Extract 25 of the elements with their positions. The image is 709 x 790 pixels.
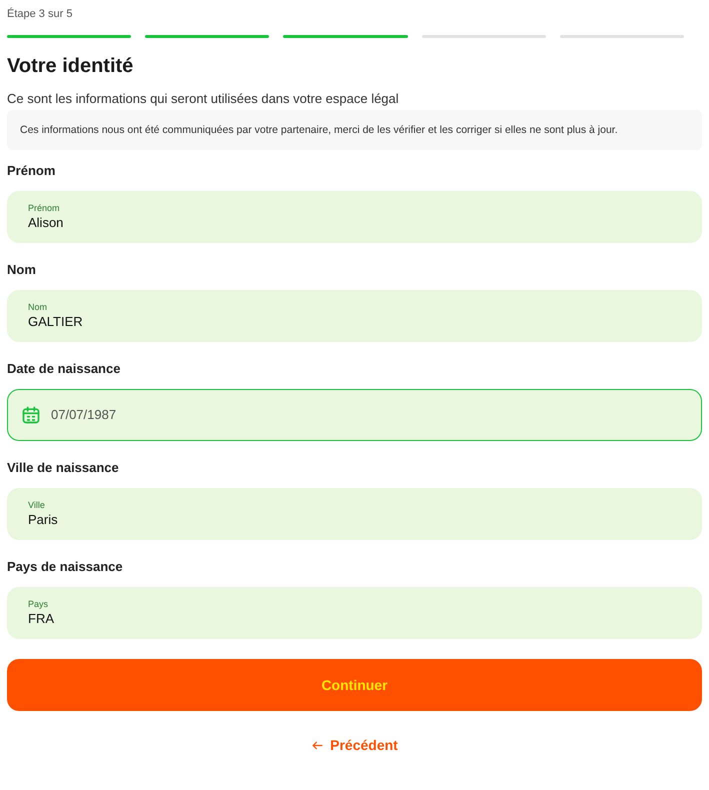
field-label: Ville de naissance — [7, 459, 120, 477]
field-label: Date de naissance — [7, 360, 122, 378]
floating-label: Nom — [28, 301, 48, 313]
input-field[interactable]: Prénom Alison — [7, 191, 702, 243]
floating-label: Pays — [28, 598, 50, 610]
floating-label: Ville — [28, 499, 46, 511]
field-value: FRA — [28, 610, 55, 628]
field-value: Paris — [28, 511, 59, 529]
input-field[interactable]: Pays FRA — [7, 587, 702, 639]
field-label: Pays de naissance — [7, 558, 124, 576]
date-field[interactable]: 07/07/1987 — [7, 389, 702, 441]
notice-box: Ces informations nous ont été communiquées par votre partenaire, merci de les vérifier et les corriger si elles ne sont plus à jour. — [7, 110, 702, 150]
field-label: Prénom — [7, 162, 56, 180]
subtitle: Ce sont les informations qui seront utilisées dans votre espace légal — [7, 90, 400, 108]
field-value: GALTIER — [28, 313, 84, 331]
field-label: Nom — [7, 261, 37, 279]
page-title: Votre identité — [7, 54, 134, 79]
calendar-icon — [21, 405, 41, 425]
field-value: Alison — [28, 214, 64, 232]
date-value: 07/07/1987 — [51, 406, 116, 424]
input-field[interactable]: Ville Paris — [7, 488, 702, 540]
input-field[interactable]: Nom GALTIER — [7, 290, 702, 342]
step-counter: Étape 3 sur 5 — [7, 7, 74, 21]
floating-label: Prénom — [28, 202, 61, 214]
arrow-left-icon — [311, 739, 324, 752]
